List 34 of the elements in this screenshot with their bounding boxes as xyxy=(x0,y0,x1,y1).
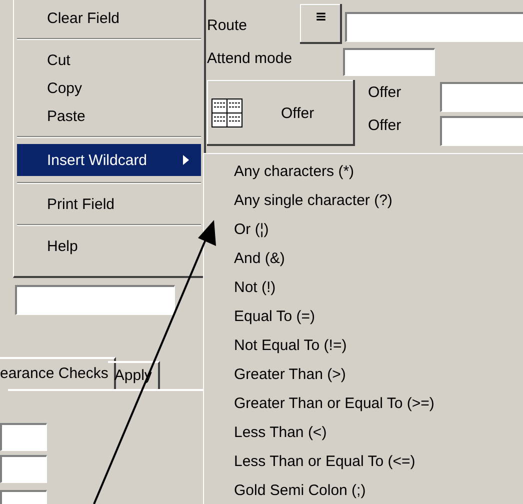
offer-button[interactable]: Offer xyxy=(207,80,355,146)
menu-item[interactable]: Any single character (?) xyxy=(234,186,523,215)
route-field[interactable] xyxy=(345,12,523,42)
menu-item[interactable]: And (&) xyxy=(234,244,523,273)
menu-item[interactable]: Or (¦) xyxy=(234,215,523,244)
menu-item[interactable]: Clear Field xyxy=(17,4,201,32)
menu-item[interactable]: Cut xyxy=(17,46,201,74)
offer-field[interactable] xyxy=(440,116,523,146)
menu-item[interactable]: Copy xyxy=(17,74,201,102)
offer-label: Offer xyxy=(368,84,402,101)
text-field[interactable] xyxy=(0,423,47,451)
menu-item[interactable]: Print Field xyxy=(17,190,201,218)
menu-item[interactable]: Greater Than (>) xyxy=(234,360,523,389)
attend-mode-label: Attend mode xyxy=(207,50,292,67)
route-label: Route xyxy=(207,17,248,34)
menu-item[interactable]: Gold Semi Colon (;) xyxy=(234,476,523,504)
menu-item[interactable]: Less Than (<) xyxy=(234,418,523,447)
menu-item[interactable]: Insert Wildcard xyxy=(17,144,201,176)
menu-item[interactable]: Help xyxy=(17,232,201,260)
route-button[interactable]: ≡ xyxy=(300,4,342,44)
offer-field[interactable] xyxy=(440,82,523,112)
attend-mode-field[interactable] xyxy=(343,48,435,76)
menu-item[interactable]: Not Equal To (!=) xyxy=(234,331,523,360)
offer-label: Offer xyxy=(368,117,402,134)
menu-item[interactable]: Paste xyxy=(17,102,201,130)
text-field[interactable] xyxy=(15,285,175,315)
text-field[interactable] xyxy=(0,455,47,483)
menu-item[interactable]: Less Than or Equal To (<=) xyxy=(234,447,523,476)
menu-item[interactable]: Equal To (=) xyxy=(234,302,523,331)
text-field[interactable] xyxy=(0,490,47,504)
menu-item[interactable]: Not (!) xyxy=(234,273,523,302)
menu-item[interactable]: Greater Than or Equal To (>=) xyxy=(234,389,523,418)
menu-item[interactable]: Any characters (*) xyxy=(234,157,523,186)
submenu-arrow-icon xyxy=(183,155,189,165)
